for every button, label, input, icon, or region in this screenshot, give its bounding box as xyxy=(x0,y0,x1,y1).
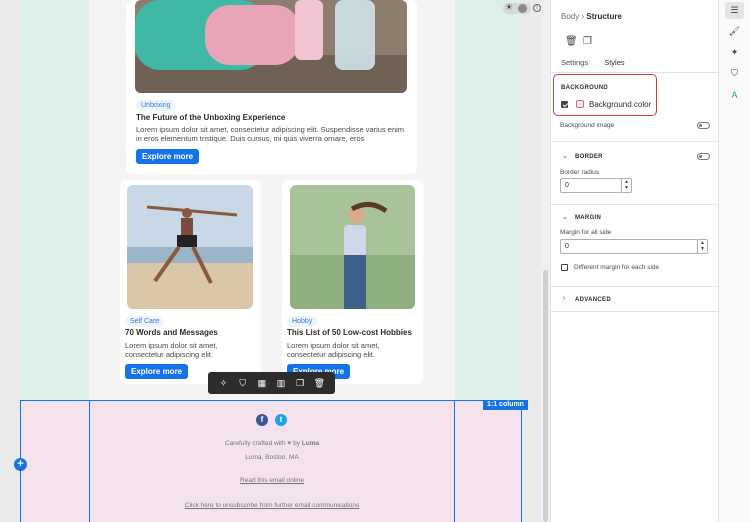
explore-more-button[interactable]: Explore more xyxy=(125,364,189,379)
properties-panel: Body › Structure 🗑 ❐ Settings Styles BAC… xyxy=(550,0,719,522)
toggle-knob xyxy=(518,4,527,13)
magic-wand-icon[interactable]: ✦ xyxy=(725,44,744,61)
unsubscribe-link[interactable]: Click here to unsubscribe from further e… xyxy=(89,502,455,509)
background-color-checkbox[interactable] xyxy=(561,101,568,108)
chevron-down-icon[interactable]: ⌄ xyxy=(562,152,568,160)
column-layout-badge: 1:1 column xyxy=(483,400,528,410)
divider xyxy=(551,72,719,73)
category-tag: Unboxing xyxy=(136,100,176,111)
explore-more-button[interactable]: Explore more xyxy=(136,149,200,164)
border-radius-input[interactable]: 0 xyxy=(560,178,622,193)
chevron-right-icon[interactable]: › xyxy=(563,295,565,302)
border-toggle[interactable] xyxy=(697,153,710,160)
runner-image xyxy=(290,185,415,309)
margin-all-input[interactable]: 0 xyxy=(560,239,698,254)
background-image-toggle[interactable] xyxy=(697,122,710,129)
category-tag: Hobby xyxy=(287,316,318,327)
crafted-line: Carefully crafted with ♥ by Luma xyxy=(89,440,455,447)
margin-section-label[interactable]: MARGIN xyxy=(575,215,601,221)
article-body: Lorem ipsum dolor sit amet, consectetur … xyxy=(125,341,218,359)
info-icon[interactable]: i xyxy=(533,4,541,12)
tab-styles[interactable]: Styles xyxy=(604,58,624,67)
border-section-label[interactable]: BORDER xyxy=(575,154,603,160)
advanced-section-label[interactable]: ADVANCED xyxy=(575,297,611,303)
crafted-by: by xyxy=(293,440,300,447)
right-column[interactable] xyxy=(455,0,521,400)
duplicate-icon[interactable]: ❐ xyxy=(583,36,592,47)
breadcrumb-parent[interactable]: Body xyxy=(561,12,579,21)
article-title: The Future of the Unboxing Experience xyxy=(136,113,286,122)
read-online-link[interactable]: Read this email online xyxy=(89,477,455,484)
facebook-icon[interactable]: f xyxy=(256,414,268,426)
breadcrumb-current: Structure xyxy=(586,12,622,21)
yoga-beach-image xyxy=(127,185,253,309)
tab-settings[interactable]: Settings xyxy=(561,58,588,67)
footer-address: Luma, Boston, MA xyxy=(245,454,299,461)
crafted-prefix: Carefully crafted with xyxy=(224,440,286,447)
tool-rail: ☰ 🖌 ✦ ⛉ A xyxy=(718,0,750,522)
chevron-down-icon[interactable]: ⌄ xyxy=(562,213,568,221)
text-style-icon[interactable]: A xyxy=(725,87,744,104)
columns-icon[interactable]: ▥ xyxy=(275,378,287,389)
theme-toggle[interactable]: ☀ xyxy=(503,2,531,14)
margin-each-side-label: Different margin for each side xyxy=(574,264,660,271)
magic-icon[interactable]: ✧ xyxy=(218,378,230,389)
breadcrumb: Body › Structure xyxy=(561,12,622,21)
panel-tabs: Settings Styles xyxy=(561,58,639,67)
brush-icon[interactable]: 🖌 xyxy=(725,23,744,40)
style-settings-icon[interactable]: ☰ xyxy=(725,2,744,19)
yoga-mats-image xyxy=(135,0,407,93)
block-toolbar: ✧ ⛉ ▦ ▥ ❐ 🗑 xyxy=(208,372,335,394)
delete-icon[interactable]: 🗑 xyxy=(565,36,578,47)
brand-name: Luma xyxy=(301,440,320,447)
shield-icon[interactable]: ⛉ xyxy=(725,65,744,82)
divider xyxy=(551,286,719,287)
layout-icon[interactable]: ▦ xyxy=(256,378,268,389)
divider xyxy=(551,204,719,205)
add-structure-button[interactable]: + xyxy=(14,458,27,471)
background-color-label: Background color xyxy=(589,100,652,109)
border-radius-label: Border radius xyxy=(560,169,600,176)
border-radius-stepper[interactable]: ▲ ▼ xyxy=(621,178,632,193)
heart-icon: ♥ xyxy=(287,440,292,447)
background-image-label: Background image xyxy=(560,122,615,129)
divider xyxy=(551,311,719,312)
divider xyxy=(551,141,719,142)
background-section-label: BACKGROUND xyxy=(561,85,608,91)
margin-all-label: Margin for all side xyxy=(560,229,612,236)
margin-each-side-checkbox[interactable] xyxy=(561,264,568,271)
duplicate-icon[interactable]: ❐ xyxy=(294,378,306,389)
sun-icon: ☀ xyxy=(505,2,514,12)
background-color-swatch[interactable] xyxy=(576,100,584,108)
article-body: Lorem ipsum dolor sit amet, consectetur … xyxy=(287,341,380,359)
article-body: Lorem ipsum dolor sit amet, consectetur … xyxy=(136,125,405,143)
margin-all-stepper[interactable]: ▲ ▼ xyxy=(697,239,708,254)
article-title: This List of 50 Low-cost Hobbies xyxy=(287,328,412,337)
category-tag: Self Care xyxy=(125,316,165,327)
twitter-icon[interactable]: t xyxy=(275,414,287,426)
scrollbar-thumb[interactable] xyxy=(543,270,548,522)
article-title: 70 Words and Messages xyxy=(125,328,218,337)
left-column[interactable] xyxy=(20,0,89,400)
delete-icon[interactable]: 🗑 xyxy=(313,378,325,389)
background-highlight xyxy=(553,74,657,116)
shield-icon[interactable]: ⛉ xyxy=(237,378,249,389)
